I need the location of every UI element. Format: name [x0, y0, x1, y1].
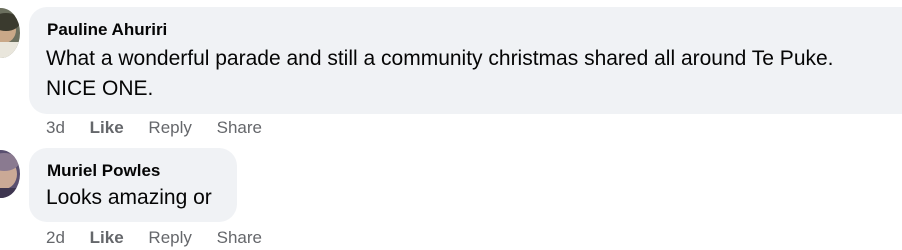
- profile-photo-icon: [0, 150, 20, 198]
- comment-author[interactable]: Muriel Powles: [47, 161, 160, 181]
- comment-text-line: NICE ONE.: [46, 77, 154, 100]
- like-button[interactable]: Like: [90, 228, 124, 248]
- comment-actions: 3d Like Reply Share: [46, 118, 282, 138]
- reply-button[interactable]: Reply: [148, 228, 191, 248]
- reply-button[interactable]: Reply: [148, 118, 191, 138]
- profile-photo-icon: [0, 8, 20, 58]
- comment-author[interactable]: Pauline Ahuriri: [47, 20, 167, 40]
- share-button[interactable]: Share: [217, 118, 262, 138]
- share-button[interactable]: Share: [217, 228, 262, 248]
- comment-text-line: What a wonderful parade and still a comm…: [46, 47, 834, 70]
- avatar[interactable]: [0, 150, 20, 198]
- avatar[interactable]: [0, 8, 20, 58]
- comment-timestamp[interactable]: 2d: [46, 228, 65, 248]
- like-button[interactable]: Like: [90, 118, 124, 138]
- comment-actions: 2d Like Reply Share: [46, 228, 282, 248]
- comment-timestamp[interactable]: 3d: [46, 118, 65, 138]
- comment-text-line: Looks amazing or: [46, 186, 212, 209]
